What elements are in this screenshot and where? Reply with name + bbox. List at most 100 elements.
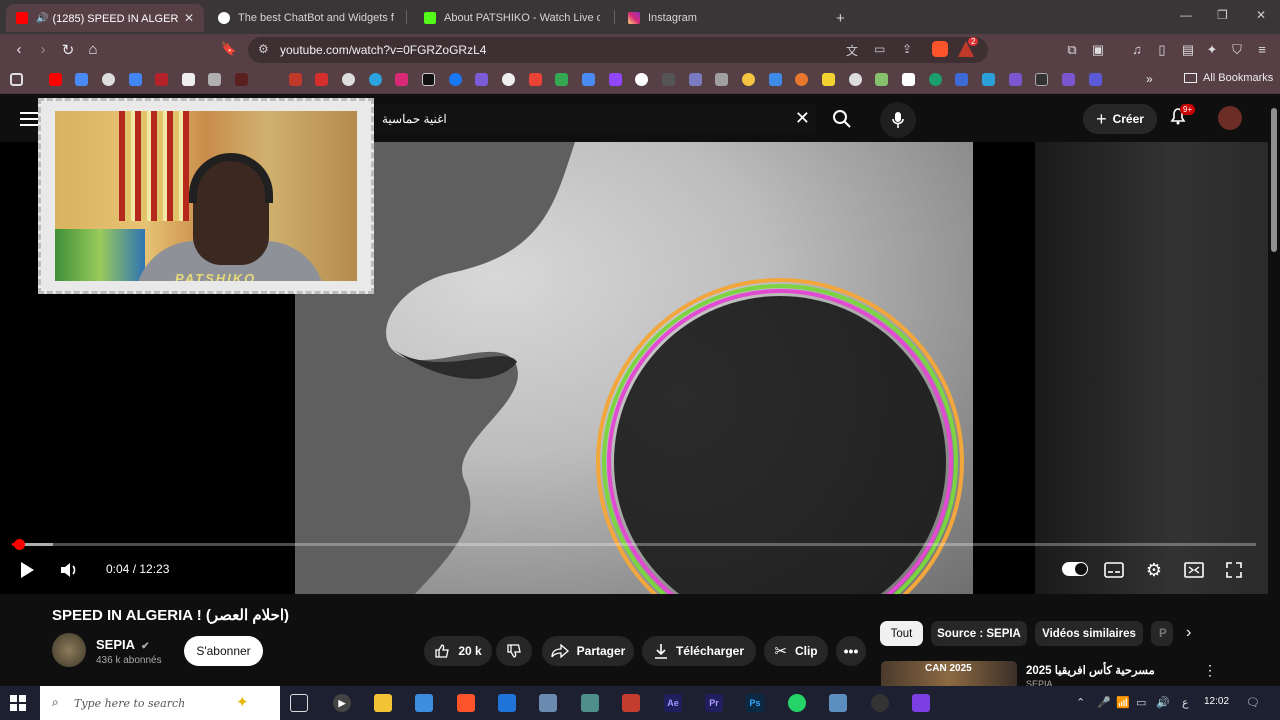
bookmark-icon-28[interactable] [795,73,808,86]
media-player-icon[interactable]: ▶ [333,694,351,712]
music-icon[interactable]: ♫ [1129,42,1145,58]
bookmark-icon-6[interactable] [182,73,195,86]
chevron-right-icon[interactable]: › [1186,624,1191,642]
taskbar-search-input[interactable]: ⌕ Type here to search ✦ [40,686,280,720]
progress-bar[interactable] [12,539,1256,550]
taskbar-app-7-icon[interactable] [539,694,557,712]
photoshop-icon[interactable]: Ps [746,694,764,712]
bookmark-icon-7[interactable] [208,73,221,86]
bookmark-icon-11[interactable] [342,73,355,86]
chip-all[interactable]: Tout [880,621,923,646]
outlook-icon[interactable] [498,694,516,712]
more-actions-button[interactable]: ••• [836,636,866,666]
clip-button[interactable]: ✂ Clip [764,636,828,666]
chip-source[interactable]: Source : SEPIA [931,621,1027,646]
bookmark-icon-37[interactable] [1035,73,1048,86]
bookmark-icon-35[interactable] [982,73,995,86]
tray-chevron-icon[interactable]: ⌃ [1076,696,1085,709]
instagram-bookmark-icon[interactable] [395,73,408,86]
bookmark-icon-31[interactable] [875,73,888,86]
home-icon[interactable]: ⌂ [84,41,102,58]
taskbar-app-14-icon[interactable] [829,694,847,712]
bookmark-icon-34[interactable] [955,73,968,86]
microphone-tray-icon[interactable]: 🎤 [1097,696,1111,709]
back-icon[interactable]: ‹ [10,41,28,58]
minimize-icon[interactable]: — [1180,8,1192,22]
chatgpt-bookmark-icon[interactable] [102,73,115,86]
recommendation-title[interactable]: 2025 مسرحية كأس افريقيا [1026,663,1155,677]
autoplay-toggle[interactable] [1062,562,1088,576]
brave-shields-icon[interactable] [932,41,948,57]
share-icon[interactable]: ⇪ [902,42,912,56]
tab-chatbot[interactable]: The best ChatBot and Widgets for Kick [208,4,404,32]
whatsapp-icon[interactable] [788,694,806,712]
share-button[interactable]: Partager [542,636,634,666]
more-vertical-icon[interactable]: ⋮ [1203,662,1217,679]
obs-icon[interactable] [871,694,889,712]
address-bar[interactable]: ⚙ youtube.com/watch?v=0FGRZoGRzL4 文 ▭ ⇪ … [248,37,988,63]
subtitles-button[interactable] [1103,559,1125,581]
bookmark-icon[interactable]: 🔖 [220,41,238,57]
leo-ai-icon[interactable]: ✦ [1204,42,1220,58]
taskbar-app-8-icon[interactable] [581,694,599,712]
bookmark-icon-19[interactable] [555,73,568,86]
taskbar-app-9-icon[interactable] [622,694,640,712]
chip-partial[interactable]: P [1151,621,1173,646]
bookmark-icon-32[interactable] [902,73,915,86]
clear-search-icon[interactable]: ✕ [795,108,810,129]
windows-start-icon[interactable] [10,695,26,711]
google-bookmark-icon[interactable] [635,73,648,86]
bookmark-icon-8[interactable] [235,73,248,86]
gemini-bookmark-icon[interactable] [129,73,142,86]
sidebar-toggle-icon[interactable]: ▣ [1090,42,1106,58]
hamburger-menu-icon[interactable] [20,112,38,130]
bookmark-icon-5[interactable] [155,73,168,86]
bookmark-icon-24[interactable] [689,73,702,86]
extensions-icon[interactable]: ⧉ [1064,42,1080,58]
recommendation-thumbnail[interactable]: CAN 2025 [881,661,1017,687]
battery-icon[interactable]: ▭ [1136,696,1146,709]
bookmark-icon-26[interactable] [742,73,755,86]
language-indicator[interactable]: ع [1182,696,1189,709]
dislike-button[interactable] [496,636,532,666]
cast-icon[interactable]: ▭ [874,42,885,56]
apps-grid-icon[interactable] [10,73,23,86]
bookmark-icon-17[interactable] [502,73,515,86]
close-tab-icon[interactable]: ✕ [184,11,194,25]
bookmark-icon-29[interactable] [822,73,835,86]
after-effects-icon[interactable]: Ae [664,694,682,712]
bookmark-icon-10[interactable] [315,73,328,86]
taskbar-app-16-icon[interactable] [912,694,930,712]
maximize-icon[interactable]: ❐ [1217,8,1228,22]
translate-icon[interactable]: 文 [846,42,858,59]
tiktok-bookmark-icon[interactable] [422,73,435,86]
close-window-icon[interactable]: ✕ [1256,8,1266,22]
tab-youtube[interactable]: 🔊 (1285) SPEED IN ALGERIA ! (احلام العصر… [6,4,204,32]
bookmark-icon-33[interactable] [929,73,942,86]
bookmark-icon-9[interactable] [289,73,302,86]
site-info-icon[interactable]: ⚙ [258,42,269,56]
create-button[interactable]: + Créer [1083,104,1157,134]
youtube-search-input[interactable]: اغنية حماسية ✕ [370,104,816,134]
bookmark-icon-23[interactable] [662,73,675,86]
voice-search-button[interactable] [880,102,916,138]
settings-gear-icon[interactable]: ⚙ [1143,559,1165,581]
bookmark-icon-36[interactable] [1009,73,1022,86]
volume-tray-icon[interactable]: 🔊 [1156,696,1170,709]
like-button[interactable]: 20 k [424,636,492,666]
notification-center-icon[interactable]: 🗨 [1246,696,1260,709]
play-button[interactable] [16,559,38,581]
progress-scrubber[interactable] [13,539,25,550]
brave-icon[interactable] [457,694,475,712]
task-view-icon[interactable] [290,694,308,712]
bookmark-icon-38[interactable] [1062,73,1075,86]
search-button[interactable] [818,104,866,134]
youtube-bookmark-icon[interactable] [49,73,62,86]
facebook-bookmark-icon[interactable] [449,73,462,86]
taskbar-clock[interactable]: 12:02 [1204,696,1229,707]
fullscreen-button[interactable] [1223,559,1245,581]
channel-avatar[interactable] [52,633,86,667]
bookmark-icon-27[interactable] [769,73,782,86]
channel-name[interactable]: SEPIA ✔ [96,637,150,652]
new-tab-button[interactable]: + [826,4,850,32]
